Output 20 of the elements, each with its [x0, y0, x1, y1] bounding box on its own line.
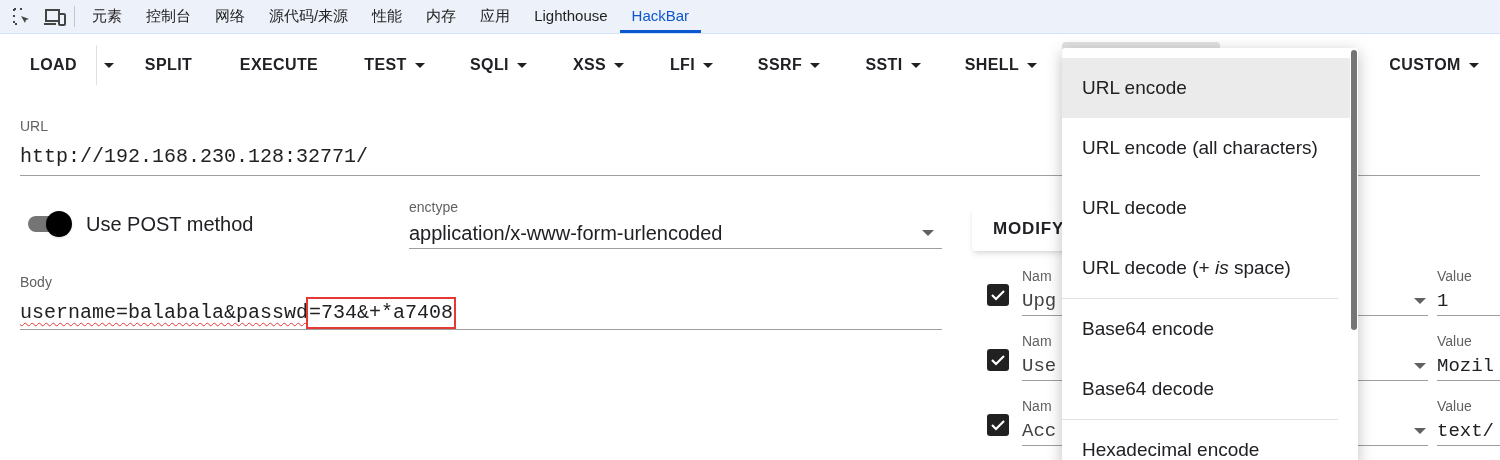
- field-value: Acc: [1022, 419, 1057, 443]
- field-label: Value: [1437, 267, 1472, 285]
- field-label: Value: [1437, 332, 1472, 350]
- field-label: enctype: [409, 198, 460, 216]
- field-label: Nam: [1022, 397, 1052, 415]
- field-value: 1: [1437, 289, 1449, 313]
- field-value: text/: [1437, 419, 1494, 443]
- field-value: username=balabala&passwd: [20, 300, 309, 326]
- field-value: Upg: [1022, 289, 1057, 313]
- field-value: Mozil: [1437, 354, 1494, 378]
- field-label: Body: [20, 273, 53, 291]
- toggle-label: Use POST method: [86, 211, 254, 237]
- field-label: URL: [20, 117, 48, 135]
- field-label: Nam: [1022, 267, 1052, 285]
- field-label: Value: [1437, 397, 1472, 415]
- field-value: application/x-www-form-urlencoded: [409, 221, 723, 246]
- field-label: Nam: [1022, 332, 1052, 350]
- field-value: Use: [1022, 354, 1057, 378]
- field-value: http://192.168.230.128:32771/: [20, 144, 369, 170]
- highlighted-text: =734&+*a7408: [308, 299, 455, 327]
